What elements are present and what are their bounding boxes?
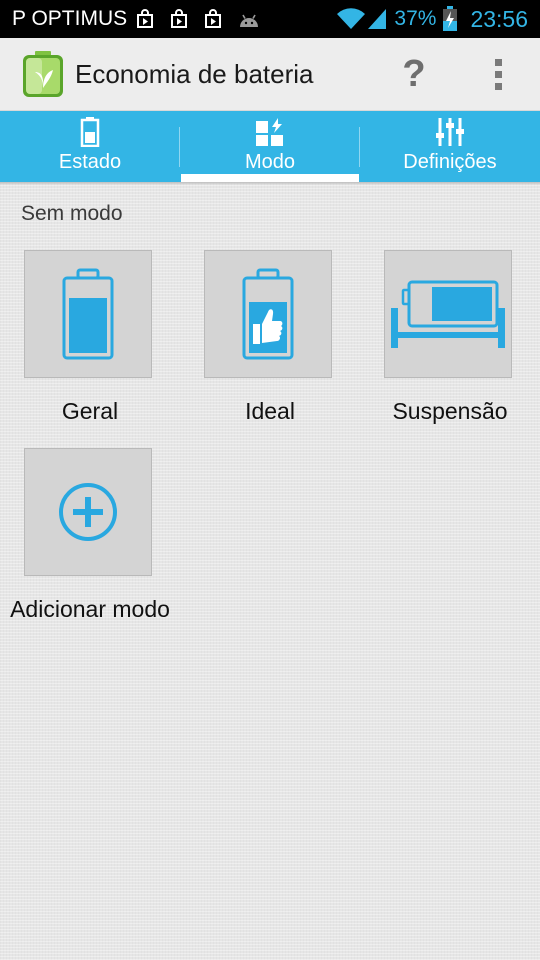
- play-store-icon: [171, 9, 188, 28]
- mode-grid-icon: [256, 118, 283, 146]
- battery-charging-icon: [443, 6, 458, 31]
- status-bar: P OPTIMUS 37% 23:56: [0, 0, 540, 38]
- overflow-dot: [494, 70, 502, 78]
- battery-icon: [80, 117, 100, 147]
- battery-percent: 37%: [394, 7, 437, 30]
- app-logo-icon[interactable]: [19, 50, 67, 98]
- tab-label: Estado: [58, 151, 122, 173]
- mode-label-suspensao: Suspensão: [392, 398, 508, 424]
- battery-full-icon: [62, 268, 114, 360]
- clock: 23:56: [470, 5, 528, 32]
- android-icon: [240, 14, 259, 27]
- tab-bar: Estado Modo Definições: [0, 111, 540, 182]
- play-store-icon: [205, 9, 222, 28]
- sliders-icon: [436, 118, 464, 146]
- mode-tile-ideal[interactable]: [204, 250, 332, 378]
- tab-estado[interactable]: Estado: [0, 111, 180, 182]
- mode-label-geral: Geral: [61, 398, 119, 424]
- overflow-dot: [494, 58, 502, 66]
- tab-definicoes[interactable]: Definições: [360, 111, 540, 182]
- mode-tile-suspensao[interactable]: [384, 250, 512, 378]
- signal-icon: [368, 9, 387, 29]
- tab-label: Modo: [244, 151, 296, 173]
- notification-icons: [135, 9, 261, 29]
- plus-circle-icon: [59, 483, 117, 541]
- wifi-icon: [337, 8, 366, 30]
- page-title: Economia de bateria: [75, 58, 314, 89]
- play-store-icon: [137, 9, 154, 28]
- overflow-menu-button[interactable]: [480, 50, 516, 98]
- tab-label: Definições: [403, 151, 497, 173]
- help-button[interactable]: ?: [392, 50, 436, 98]
- battery-bed-icon: [391, 280, 505, 348]
- mode-tile-geral[interactable]: [24, 250, 152, 378]
- carrier-name: P OPTIMUS: [12, 7, 128, 30]
- overflow-dot: [494, 82, 502, 90]
- battery-thumbs-up-icon: [242, 268, 294, 360]
- add-mode-tile[interactable]: [24, 448, 152, 576]
- add-mode-label: Adicionar modo: [10, 596, 170, 622]
- section-title: Sem modo: [21, 202, 123, 225]
- mode-label-ideal: Ideal: [245, 398, 295, 424]
- tab-selected-indicator: [181, 174, 359, 182]
- tab-modo[interactable]: Modo: [180, 111, 360, 182]
- tab-bar-shadow: [0, 182, 540, 185]
- action-bar: Economia de bateria ?: [0, 38, 540, 111]
